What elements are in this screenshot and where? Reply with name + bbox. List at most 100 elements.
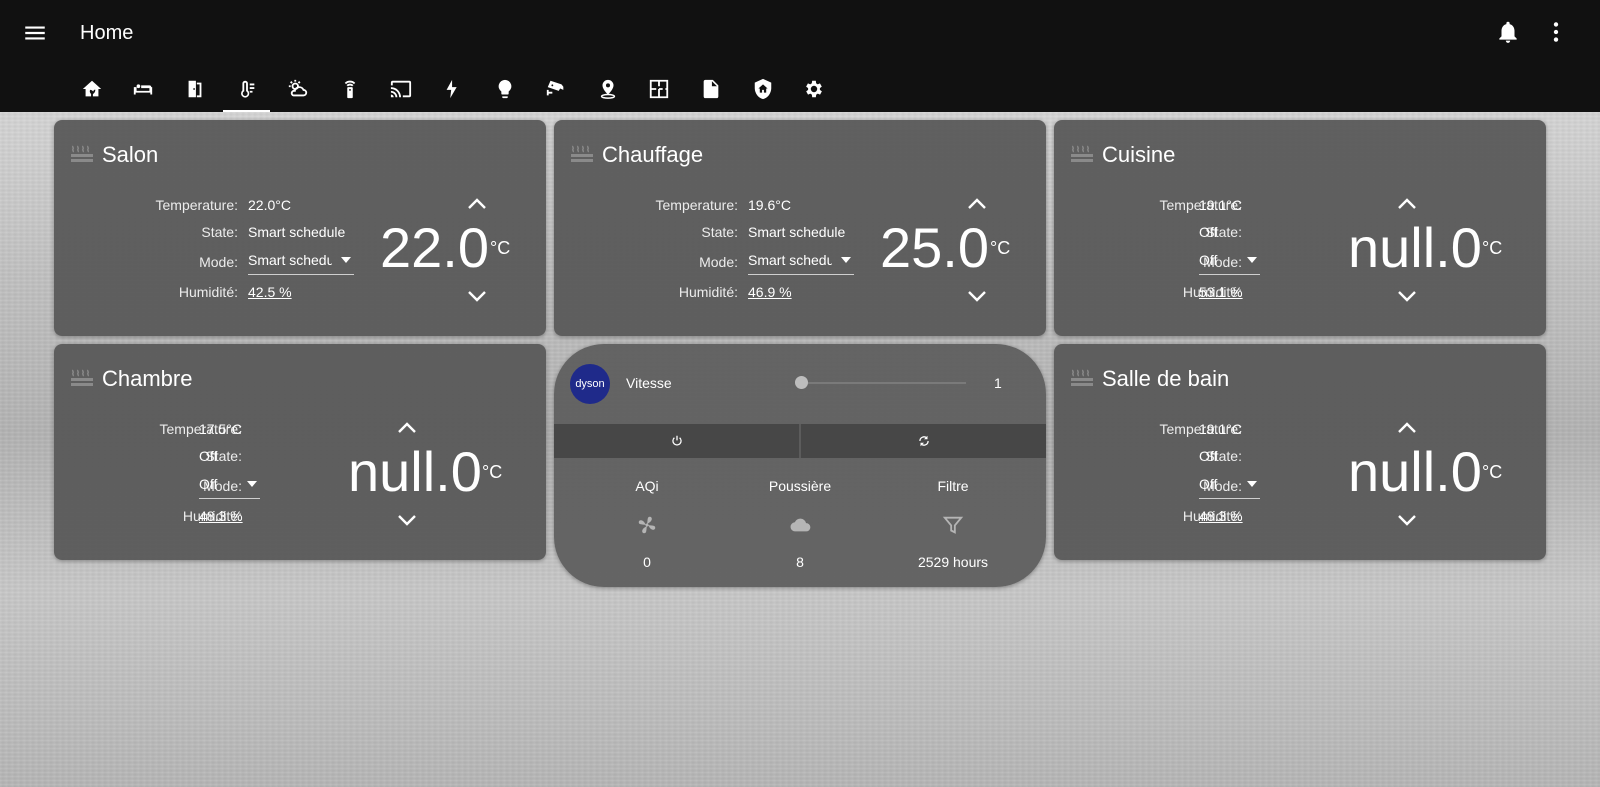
radiator-icon [71,369,93,386]
power-button[interactable] [554,424,799,458]
floor-plan-icon [650,79,669,99]
filter-icon [942,516,964,534]
increase-setpoint-button[interactable] [966,196,988,210]
temperature-value: 19.1°C [1199,197,1242,213]
thermostat-name: Chambre [102,366,193,391]
more-vertical-icon[interactable] [1543,19,1569,45]
humidity-value[interactable]: 53.1 % [1199,284,1243,300]
tab-climate[interactable] [221,66,273,112]
dust-value: 8 [796,554,804,570]
thermostat-card-chauffage: Chauffage Temperature: 19.6°C State: Sma… [554,120,1046,336]
state-value: Off [1199,224,1218,240]
mode-dropdown[interactable]: Off [1199,472,1260,499]
mode-dropdown[interactable]: Off [199,472,260,499]
humidity-value[interactable]: 48.3 % [199,508,243,524]
cctv-icon [546,80,564,96]
humidity-value[interactable]: 48.3 % [1199,508,1243,524]
increase-setpoint-button[interactable] [1396,196,1418,210]
tab-weather[interactable] [272,66,324,112]
tab-remote[interactable] [324,66,376,112]
decrease-setpoint-button[interactable] [1396,290,1418,304]
power-icon [671,435,682,446]
tab-living[interactable] [118,66,170,112]
oscillate-button[interactable] [801,424,1046,458]
increase-setpoint-button[interactable] [1396,420,1418,434]
mode-selected-value: Off [199,476,218,492]
humidity-value[interactable]: 42.5 % [248,284,292,300]
tab-home[interactable] [66,66,118,112]
mode-selected-value: Off [1199,252,1218,268]
tab-security[interactable] [737,66,789,112]
settings-icon [806,80,822,98]
state-label: State: [1205,448,1242,464]
dust-label: Poussière [768,478,832,494]
door-icon [188,80,202,98]
setpoint-display: null.0 [1348,440,1482,503]
sync-icon [918,435,929,447]
setpoint-display: null.0 [348,440,482,503]
state-value: Smart schedule [748,224,846,240]
thermostat-card-salon: Salon Temperature: 22.0°C State: Smart s… [54,120,546,336]
mode-dropdown[interactable]: Off [1199,248,1260,275]
mode-dropdown[interactable]: Smart schedule [248,248,354,275]
radiator-icon [1071,145,1093,162]
temperature-label: Temperature: [155,197,238,213]
decrease-setpoint-button[interactable] [396,514,418,528]
tab-door[interactable] [169,66,221,112]
thermostat-name: Salon [102,142,159,167]
humidity-value[interactable]: 46.9 % [748,284,792,300]
tab-logbook[interactable] [685,66,737,112]
temperature-value: 19.1°C [1199,421,1242,437]
cloud-icon [790,518,811,532]
remote-icon [344,80,356,99]
state-label: State: [1205,224,1242,240]
mode-label: Mode: [699,254,738,270]
setpoint-unit: °C [1482,462,1503,482]
setpoint-unit: °C [490,238,511,258]
thermostat-card-cuisine: Cuisine Temperature: 19.1°C State: Off M… [1054,120,1546,336]
tab-location[interactable] [582,66,634,112]
setpoint-display: 22.0 [380,216,489,279]
decrease-setpoint-button[interactable] [466,290,488,304]
decrease-setpoint-button[interactable] [1396,514,1418,528]
tab-cameras[interactable] [530,66,582,112]
control-bar [554,424,1046,458]
setpoint-unit: °C [482,462,503,482]
tab-settings[interactable] [788,66,840,112]
speed-label: Vitesse [626,375,672,391]
dropdown-arrow-icon [341,257,351,263]
dyson-logo: dyson [570,364,610,404]
radiator-icon [571,145,593,162]
setpoint-display: null.0 [1348,216,1482,279]
increase-setpoint-button[interactable] [466,196,488,210]
page-title: Home [80,22,134,44]
mode-selected-value: Smart schedule [748,252,832,268]
tab-lights[interactable] [479,66,531,112]
location-icon [600,79,615,99]
thermostat-name: Salle de bain [1102,366,1230,391]
mode-label: Mode: [199,254,238,270]
tab-energy[interactable] [427,66,479,112]
increase-setpoint-button[interactable] [396,420,418,434]
state-label: State: [205,448,242,464]
tab-floorplan[interactable] [634,66,686,112]
lightbulb-icon [498,79,511,99]
document-icon [703,79,719,99]
speed-slider-track[interactable] [802,382,966,384]
temperature-value: 22.0°C [248,197,291,213]
filter-label: Filtre [937,478,969,494]
humidity-label: Humidité: [178,284,238,300]
speed-slider-thumb[interactable] [795,376,808,389]
tab-cast[interactable] [376,66,428,112]
filter-value: 2529 hours [917,554,989,570]
lightning-icon [446,79,457,99]
mode-dropdown[interactable]: Smart schedule [748,248,854,275]
temperature-value: 19.6°C [748,197,791,213]
thermometer-icon [240,80,254,98]
cast-icon [391,80,412,98]
temperature-value: 17.5°C [199,421,242,437]
decrease-setpoint-button[interactable] [966,290,988,304]
menu-icon[interactable] [22,20,48,46]
bell-icon[interactable] [1495,19,1521,45]
state-label: State: [201,224,238,240]
